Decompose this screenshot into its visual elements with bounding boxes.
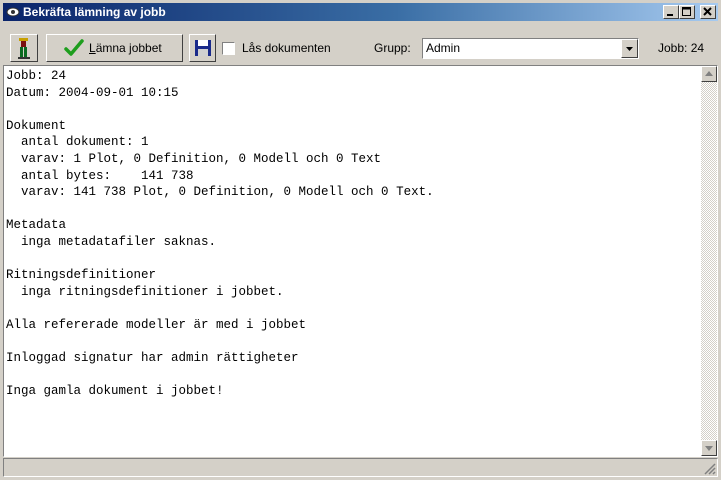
report-line: Datum: 2004-09-01 10:15 [6,85,179,100]
maximize-icon [682,7,691,16]
group-dropdown-button[interactable] [621,39,638,58]
close-icon [703,7,712,16]
confirm-job-window: Bekräfta lämning av jobb Lämna jobbet Lå… [0,0,721,480]
submit-job-label: Lämna jobbet [89,41,162,55]
user-figure-icon [18,38,30,59]
report-line: Jobb: 24 [6,69,67,83]
report-line: inga ritningsdefinitioner i jobbet. [6,284,284,299]
minimize-button[interactable] [663,5,679,19]
floppy-disk-icon [195,40,211,56]
report-line: varav: 1 Plot, 0 Definition, 0 Modell oc… [6,151,382,166]
maximize-button[interactable] [679,5,695,19]
report-line: Ritningsdefinitioner [6,268,157,283]
status-bar [3,458,718,477]
lock-documents-label: Lås dokumenten [242,41,331,55]
eye-icon [6,7,20,17]
resize-grip-icon[interactable] [702,461,716,475]
arrow-up-icon [705,71,713,76]
chevron-down-icon [626,47,633,51]
user-button[interactable] [10,34,38,62]
vertical-scrollbar[interactable] [701,66,717,456]
group-select-value: Admin [426,41,461,55]
report-line: varav: 141 738 Plot, 0 Definition, 0 Mod… [6,185,434,200]
title-bar[interactable]: Bekräfta lämning av jobb [3,3,718,21]
minimize-icon [667,14,673,16]
group-select[interactable]: Admin [422,38,639,59]
save-button[interactable] [189,34,216,62]
scroll-down-button[interactable] [701,440,717,456]
report-text-area[interactable]: Jobb: 24 Datum: 2004-09-01 10:15 Dokumen… [3,65,718,457]
report-line: Metadata [6,218,67,233]
report-line: antal dokument: 1 [6,135,149,150]
report-line: inga metadatafiler saknas. [6,234,217,249]
report-line: Inga gamla dokument i jobbet! [6,384,224,399]
scroll-up-button[interactable] [701,66,717,82]
window-title: Bekräfta lämning av jobb [23,5,166,19]
close-button[interactable] [700,5,716,19]
report-line: Alla refererade modeller är med i jobbet [6,317,307,332]
report-text: Jobb: 24 Datum: 2004-09-01 10:15 Dokumen… [6,68,434,400]
report-line: Inloggad signatur har admin rättigheter [6,351,299,366]
toolbar: Lämna jobbet Lås dokumenten Grupp: Admin… [3,22,718,68]
submit-job-button[interactable]: Lämna jobbet [46,34,183,62]
report-line: antal bytes: 141 738 [6,168,194,183]
job-number-label: Jobb: 24 [658,41,705,55]
checkmark-icon [64,39,84,56]
arrow-down-icon [705,446,713,451]
group-label: Grupp: [374,41,411,55]
lock-documents-checkbox[interactable] [222,42,235,55]
report-line: Dokument [6,118,67,133]
